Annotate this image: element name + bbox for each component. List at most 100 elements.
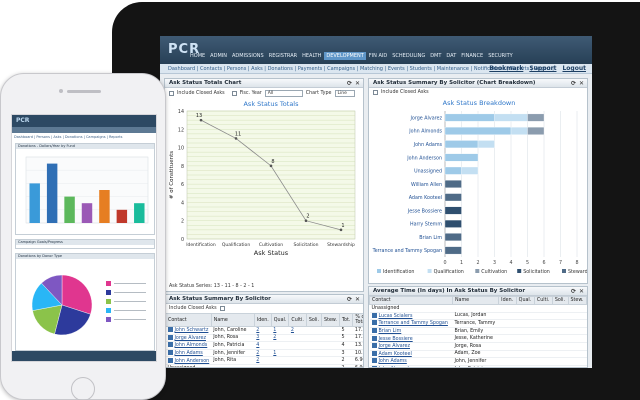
contact-link[interactable]: Jorge Alvarez: [175, 336, 207, 341]
main-nav-item-dat[interactable]: DAT: [444, 52, 458, 60]
home-button[interactable]: [71, 377, 95, 400]
contact-link[interactable]: John Anderson: [175, 359, 210, 364]
column-header[interactable]: Iden.: [253, 313, 272, 327]
contact-link[interactable]: John Almonds: [379, 367, 412, 368]
record-icon[interactable]: [167, 334, 173, 340]
table-row[interactable]: John Almonds John, Patricia: [369, 365, 587, 368]
column-header[interactable]: Tot.: [338, 313, 354, 327]
record-icon[interactable]: [371, 358, 377, 364]
record-icon[interactable]: [167, 342, 173, 348]
column-header[interactable]: % of Total: [352, 313, 363, 327]
count-link[interactable]: 2: [256, 328, 259, 333]
main-nav-item-development[interactable]: DEVELOPMENT: [324, 52, 366, 60]
count-link[interactable]: 2: [273, 335, 276, 340]
main-nav-item-home[interactable]: HOME: [188, 52, 207, 60]
column-header[interactable]: Culti.: [533, 296, 553, 305]
count-link[interactable]: 1: [273, 351, 276, 356]
count-link[interactable]: 2: [256, 358, 259, 363]
panel-title-text: Average Time (In days) In Ask Status By …: [373, 288, 526, 294]
table-row[interactable]: John Schwartz John, Caroline 2 1 2 5 17.24: [165, 326, 363, 335]
support-link[interactable]: Support: [529, 65, 556, 72]
column-header[interactable]: Iden.: [498, 296, 517, 305]
table-row[interactable]: John Almonds John, Patricia 4 4 13.79: [165, 341, 363, 350]
phone-nav-links[interactable]: Dashboard | Persons | Asks | Donations |…: [14, 135, 122, 139]
main-nav-item-registrar[interactable]: REGISTRAR: [267, 52, 299, 60]
main-nav-item-dmt[interactable]: DMT: [428, 52, 443, 60]
record-icon[interactable]: [371, 350, 377, 356]
main-nav-item-health[interactable]: HEALTH: [300, 52, 323, 60]
contact-link[interactable]: Terrance and Tammy Spogan: [379, 321, 448, 326]
table-row[interactable]: John AndersonJohn, Rita 2 2 6.90: [165, 356, 363, 365]
column-header[interactable]: Stew.: [321, 313, 340, 327]
main-nav-item-admin[interactable]: ADMIN: [208, 52, 229, 60]
main-nav-item-finance[interactable]: FINANCE: [459, 52, 485, 60]
main-nav-item-fin-aid[interactable]: FIN AID: [367, 52, 389, 60]
contact-link[interactable]: Jesse Bossiere: [379, 337, 413, 342]
table-cell: [288, 364, 307, 367]
column-header[interactable]: Stew.: [567, 296, 587, 305]
phone-app-logo[interactable]: PCR: [16, 117, 29, 124]
main-nav-item-security[interactable]: SECURITY: [486, 52, 515, 60]
column-header[interactable]: Qual.: [515, 296, 535, 305]
legend-label: Stewardship: [568, 269, 588, 275]
bar-segment: [527, 113, 545, 122]
column-header[interactable]: Culti.: [288, 313, 307, 327]
main-nav-item-admissions[interactable]: ADMISSIONS: [230, 52, 266, 60]
count-link[interactable]: 4: [256, 343, 259, 348]
contact-link[interactable]: Lucas Scialers: [379, 314, 413, 319]
count-link[interactable]: 1: [273, 328, 276, 333]
include-closed-checkbox[interactable]: [219, 306, 225, 311]
contact-link[interactable]: Jorge Alvarez: [379, 344, 411, 349]
refresh-icon[interactable]: ⟳: [347, 296, 352, 303]
close-icon[interactable]: ✕: [579, 288, 584, 295]
record-icon[interactable]: [371, 335, 377, 341]
contact-link[interactable]: Adam Kooteel: [379, 352, 412, 357]
table-row[interactable]: Jesse Bossiere Jesse, Katherine: [369, 334, 587, 343]
table-row[interactable]: John Adams John, Jennifer: [369, 357, 587, 366]
contact-link[interactable]: John Adams: [379, 359, 407, 364]
column-header[interactable]: Contact: [369, 296, 453, 305]
column-header[interactable]: Name: [451, 296, 500, 305]
bookmark-link[interactable]: Bookmark: [489, 65, 523, 72]
record-icon[interactable]: [371, 312, 377, 318]
table-row[interactable]: Adam Kooteel Adam, Zoe: [369, 350, 587, 359]
contact-link[interactable]: Brian Lim: [379, 329, 402, 334]
record-icon[interactable]: [371, 328, 377, 334]
column-header[interactable]: Soli.: [551, 296, 569, 305]
record-icon[interactable]: [167, 350, 173, 356]
record-icon[interactable]: [167, 327, 173, 333]
column-header[interactable]: Qual.: [270, 313, 290, 327]
column-header[interactable]: Soli.: [305, 313, 323, 327]
record-icon[interactable]: [371, 343, 377, 349]
contact-link[interactable]: John Schwartz: [175, 328, 209, 333]
logout-link[interactable]: Logout: [562, 65, 586, 72]
table-row[interactable]: Unassigned: [369, 304, 587, 313]
count-link[interactable]: 2: [256, 351, 259, 356]
main-nav-item-scheduling[interactable]: SCHEDULING: [390, 52, 427, 60]
contact-link[interactable]: John Adams: [175, 351, 203, 356]
refresh-icon[interactable]: ⟳: [571, 288, 576, 295]
table-cell: [498, 334, 517, 343]
column-header[interactable]: Name: [210, 313, 255, 327]
table-row[interactable]: Unassigned 2 6.90: [165, 364, 363, 367]
count-link[interactable]: 2: [291, 328, 294, 333]
column-header[interactable]: Contact: [165, 313, 212, 327]
table-row[interactable]: Jorge Alvarez John, Rosa 3 2 5 17.24: [165, 334, 363, 343]
close-icon[interactable]: ✕: [355, 296, 360, 303]
contact-link[interactable]: John Almonds: [175, 343, 208, 348]
table-row[interactable]: Brian Lim Brian, Emily: [369, 327, 587, 336]
average-time-panel: Average Time (In days) In Ask Status By …: [368, 286, 588, 368]
record-icon[interactable]: [371, 320, 377, 326]
table-cell: [552, 327, 568, 336]
table-row[interactable]: Jorge Alvarez Jorge, Rosa: [369, 342, 587, 351]
panel-title: Ask Status Summary By Solicitor ⟳ ✕: [165, 295, 363, 304]
record-icon[interactable]: [371, 366, 377, 367]
count-link[interactable]: 3: [256, 335, 259, 340]
x-tick-label: Qualification: [222, 242, 250, 248]
table-row[interactable]: Lucas Scialers Lucas, Jordan: [369, 312, 587, 321]
record-icon[interactable]: [167, 357, 173, 363]
x-tick-label: 4: [509, 260, 512, 266]
table-row[interactable]: Terrance and Tammy Spogan Terrance, Tammy: [369, 319, 587, 328]
table-cell: John, Caroline: [211, 326, 255, 335]
table-row[interactable]: John Adams John, Jennifer 2 1 3 10.34: [165, 349, 363, 358]
